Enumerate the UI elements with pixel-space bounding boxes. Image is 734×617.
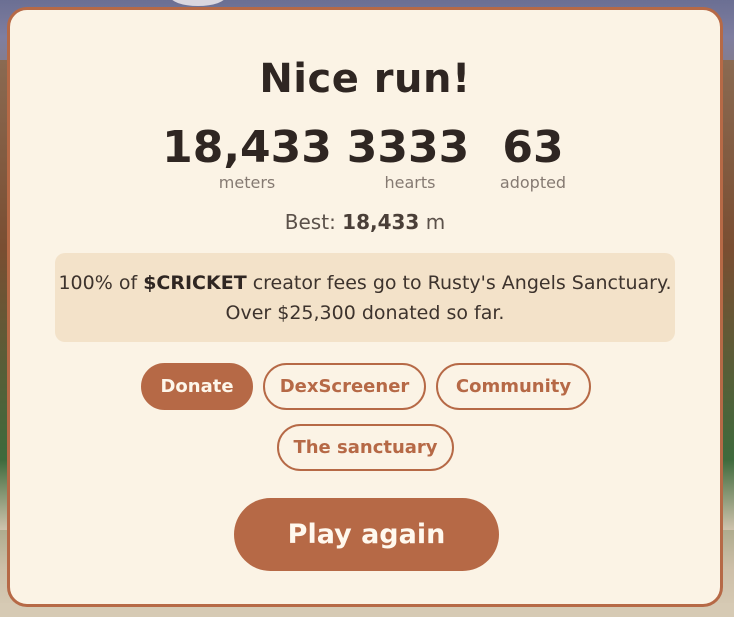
stat-meters-label: meters (218, 173, 276, 192)
stat-adopted-label: adopted (499, 173, 567, 192)
best-score-value: 18,433 (342, 210, 420, 234)
token-name: $CRICKET (143, 272, 247, 294)
stat-hearts-value: 3333 (346, 122, 470, 173)
game-over-dialog: Nice run! 18,433 meters 3333 hearts 63 a… (7, 7, 723, 607)
stat-meters-value: 18,433 (162, 122, 332, 173)
stat-adopted-value: 63 (502, 122, 564, 173)
stat-hearts: 3333 hearts (343, 122, 473, 192)
donation-info-box: 100% of $CRICKET creator fees go to Rust… (55, 253, 675, 342)
stat-hearts-label: hearts (384, 173, 436, 192)
best-score: Best: 18,433 m (10, 210, 720, 234)
donation-info-prefix: 100% of (58, 272, 144, 294)
stat-meters: 18,433 meters (162, 122, 332, 192)
donation-info-line1: 100% of $CRICKET creator fees go to Rust… (55, 268, 675, 298)
sanctuary-button[interactable]: The sanctuary (277, 424, 454, 471)
donation-info-line2: Over $25,300 donated so far. (225, 302, 505, 324)
donate-button[interactable]: Donate (141, 363, 253, 410)
best-score-prefix: Best: (284, 210, 343, 234)
stat-adopted: 63 adopted (488, 122, 578, 192)
donation-info-suffix: creator fees go to Rusty's Angels Sanctu… (246, 272, 672, 294)
play-again-button[interactable]: Play again (234, 498, 499, 571)
dialog-title: Nice run! (259, 56, 471, 102)
best-score-unit: m (419, 210, 446, 234)
community-button[interactable]: Community (436, 363, 591, 410)
game-background-cloud (170, 0, 226, 6)
dexscreener-button[interactable]: DexScreener (263, 363, 426, 410)
